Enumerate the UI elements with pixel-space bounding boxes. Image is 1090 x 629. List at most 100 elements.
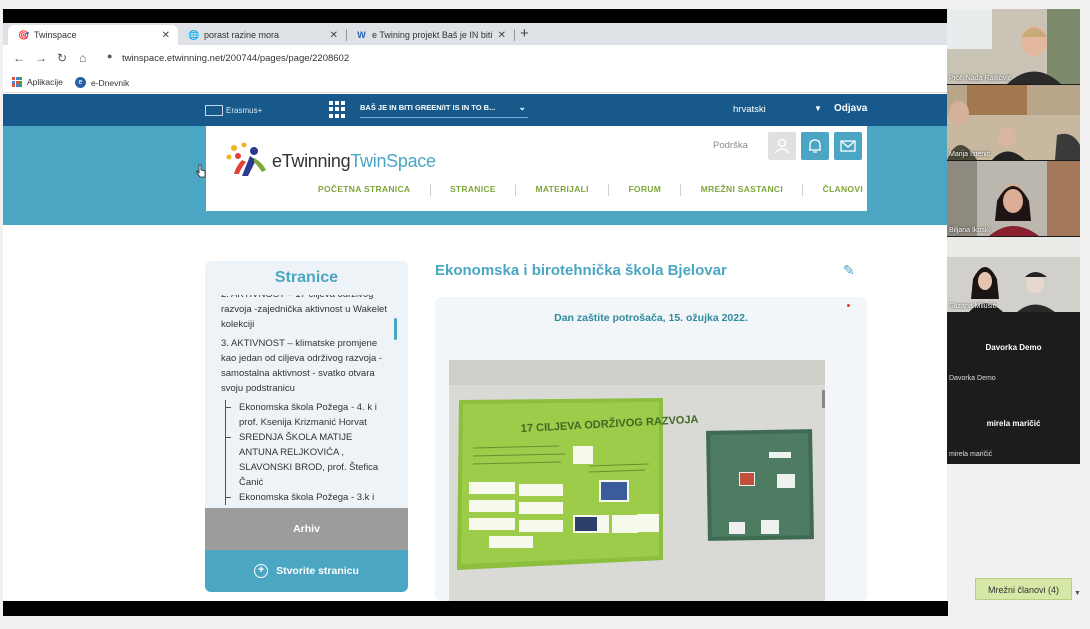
edit-pencil-icon[interactable]: ✎: [843, 262, 855, 279]
project-name: BAŠ JE IN BITI GREEN/IT IS IN TO B...: [360, 103, 496, 112]
close-icon[interactable]: ✕: [162, 30, 170, 41]
online-members-button[interactable]: Mrežni članovi (4): [975, 578, 1072, 600]
tab-separator: [514, 29, 515, 41]
classroom-wall-image: 17 CILJEVA ODRŽIVOG RAZVOJA: [449, 360, 825, 601]
subpage-link[interactable]: Ekonomska škola Požega - 4. k i prof. Ks…: [225, 400, 391, 430]
video-call-panel: Prof. Nada Ratković Marija Istenić Bilja…: [947, 9, 1080, 464]
pages-sidebar: Stranice 2. AKTIVNOST – 17 ciljeva održi…: [205, 261, 408, 592]
close-icon[interactable]: ✕: [330, 30, 338, 41]
notifications-button[interactable]: [801, 132, 829, 160]
forward-icon[interactable]: →: [35, 51, 47, 65]
menu-pages[interactable]: STRANICE: [450, 184, 496, 198]
eu-flag-icon: [205, 105, 223, 116]
new-tab-icon[interactable]: +: [520, 25, 529, 42]
globe-icon: 🌐: [188, 29, 200, 40]
participant-name: Biljana Ikoski: [949, 227, 990, 234]
content-card: Dan zaštite potrošača, 15. ožujka 2022.: [435, 297, 867, 601]
home-icon[interactable]: ⌂: [79, 51, 86, 65]
main-menu: POČETNA STRANICA STRANICE MATERIJALI FOR…: [318, 184, 863, 198]
address-bar: ← → ↻ ⌂ ● twinspace.etwinning.net/200744…: [3, 45, 947, 71]
project-selector[interactable]: BAŠ JE IN BITI GREEN/IT IS IN TO B... ⌄: [360, 102, 528, 118]
erasmus-logo[interactable]: Erasmus+: [205, 105, 262, 116]
browser-window: 🎯 Twinspace ✕ 🌐 porast razine mora ✕ W e…: [3, 23, 947, 601]
pages-list[interactable]: 2. AKTIVNOST – 17 ciljeva održivog razvo…: [221, 295, 391, 508]
menu-divider: [515, 184, 517, 196]
participant-tile[interactable]: Suzana Milušić: [947, 237, 1080, 312]
sidebar-title: Stranice: [274, 269, 339, 286]
erasmus-label: Erasmus+: [226, 106, 263, 115]
menu-divider: [802, 184, 804, 196]
participant-tile[interactable]: Biljana Ikoski: [947, 161, 1080, 236]
participant-tile[interactable]: Marija Istenić: [947, 85, 1080, 160]
chevron-down-icon: ⌄: [518, 102, 526, 112]
etwinning-logo-icon[interactable]: [224, 142, 270, 182]
subpage-link[interactable]: SREDNJA ŠKOLA MATIJE ANTUNA RELJKOVIĆA ,…: [225, 430, 391, 490]
content-subtitle: Dan zaštite potrošača, 15. ožujka 2022.: [554, 312, 748, 324]
letterbox-bottom: [3, 601, 948, 616]
webpage: Erasmus+ BAŠ JE IN BITI GREEN/IT IS IN T…: [3, 94, 947, 601]
tab-etwinning-projekt[interactable]: W e Twining projekt Baš je IN biti G ✕: [346, 25, 515, 45]
participant-tile[interactable]: Davorka Demo Davorka Demo: [947, 313, 1080, 388]
apps-grid-icon: [12, 77, 22, 87]
mouse-pointer-icon: [196, 164, 206, 178]
create-page-label: Stvorite stranicu: [276, 565, 359, 577]
bell-icon: [809, 139, 821, 153]
menu-online-meetings[interactable]: MREŽNI SASTANCI: [701, 184, 783, 198]
twinspace-header: eTwinningTwinSpace Podrška POČETNA STRAN…: [206, 126, 867, 211]
participant-name: Prof. Nada Ratković: [949, 75, 1012, 82]
close-icon[interactable]: ✕: [498, 30, 506, 41]
menu-divider: [608, 184, 610, 196]
bookmark-aplikacije[interactable]: Aplikacije: [12, 77, 63, 87]
participant-tile[interactable]: Prof. Nada Ratković: [947, 9, 1080, 84]
menu-members[interactable]: ČLANOVI: [823, 184, 863, 198]
letterbox-top: [3, 9, 948, 23]
word-icon: W: [357, 29, 366, 40]
page-link[interactable]: 2. AKTIVNOST – 17 ciljeva održivog razvo…: [221, 295, 391, 332]
brand-sub: TwinSpace: [350, 151, 436, 171]
twinspace-favicon-icon: 🎯: [18, 29, 30, 40]
dropdown-arrow-icon[interactable]: ▼: [814, 104, 822, 113]
tab-label: e Twining projekt Baš je IN biti G: [372, 30, 492, 40]
participant-display-name: Davorka Demo: [985, 343, 1042, 352]
participant-video: [947, 9, 1080, 84]
back-icon[interactable]: ←: [13, 51, 25, 65]
subpage-link[interactable]: Ekonomska škola Požega - 3.k i: [225, 490, 391, 505]
bookmark-e-dnevnik[interactable]: e e-Dnevnik: [75, 77, 129, 88]
participant-name: mirela maričić: [949, 451, 993, 458]
create-page-button[interactable]: + Stvorite stranicu: [205, 550, 408, 592]
scroll-down-icon[interactable]: ▼: [1074, 590, 1081, 597]
tab-porast-razine-mora[interactable]: 🌐 porast razine mora ✕: [178, 25, 347, 45]
red-dot: [847, 304, 850, 307]
reload-icon[interactable]: ↻: [57, 51, 67, 65]
menu-divider: [429, 184, 431, 196]
menu-materials[interactable]: MATERIJALI: [535, 184, 588, 198]
bulletin-board-photo: 17 CILJEVA ODRŽIVOG RAZVOJA: [449, 360, 825, 601]
plus-circle-icon: +: [254, 564, 269, 578]
url-field[interactable]: twinspace.etwinning.net/200744/pages/pag…: [122, 53, 349, 64]
menu-forum[interactable]: FORUM: [628, 184, 661, 198]
apps-grid-icon[interactable]: [329, 101, 346, 118]
user-icon: [774, 138, 790, 154]
participant-display-name: mirela maričić: [986, 419, 1041, 428]
logout-link[interactable]: Odjava: [834, 103, 867, 114]
participant-video: [947, 85, 1080, 160]
lock-icon: ●: [107, 51, 113, 61]
bookmark-label: Aplikacije: [27, 77, 63, 87]
archive-button[interactable]: Arhiv: [205, 508, 408, 550]
page-title: Ekonomska i birotehnička škola Bjelovar: [435, 262, 727, 279]
participant-tile[interactable]: mirela maričić mirela maričić: [947, 389, 1080, 464]
profile-button[interactable]: [768, 132, 796, 160]
participant-name: Marija Istenić: [949, 151, 991, 158]
brand-title: eTwinningTwinSpace: [272, 151, 436, 172]
messages-button[interactable]: [834, 132, 862, 160]
menu-home[interactable]: POČETNA STRANICA: [318, 184, 410, 198]
page-link[interactable]: 3. AKTIVNOST – klimatske promjene kao je…: [221, 336, 391, 396]
e-dnevnik-icon: e: [75, 77, 86, 88]
sidebar-scrollbar[interactable]: [394, 318, 397, 340]
brand-main: eTwinning: [272, 151, 351, 171]
support-link[interactable]: Podrška: [713, 140, 748, 151]
participant-name: Suzana Milušić: [949, 303, 997, 310]
language-selector[interactable]: hrvatski: [733, 104, 766, 115]
bookmarks-bar: Aplikacije e e-Dnevnik: [3, 71, 947, 93]
tab-twinspace[interactable]: 🎯 Twinspace ✕: [8, 25, 178, 45]
